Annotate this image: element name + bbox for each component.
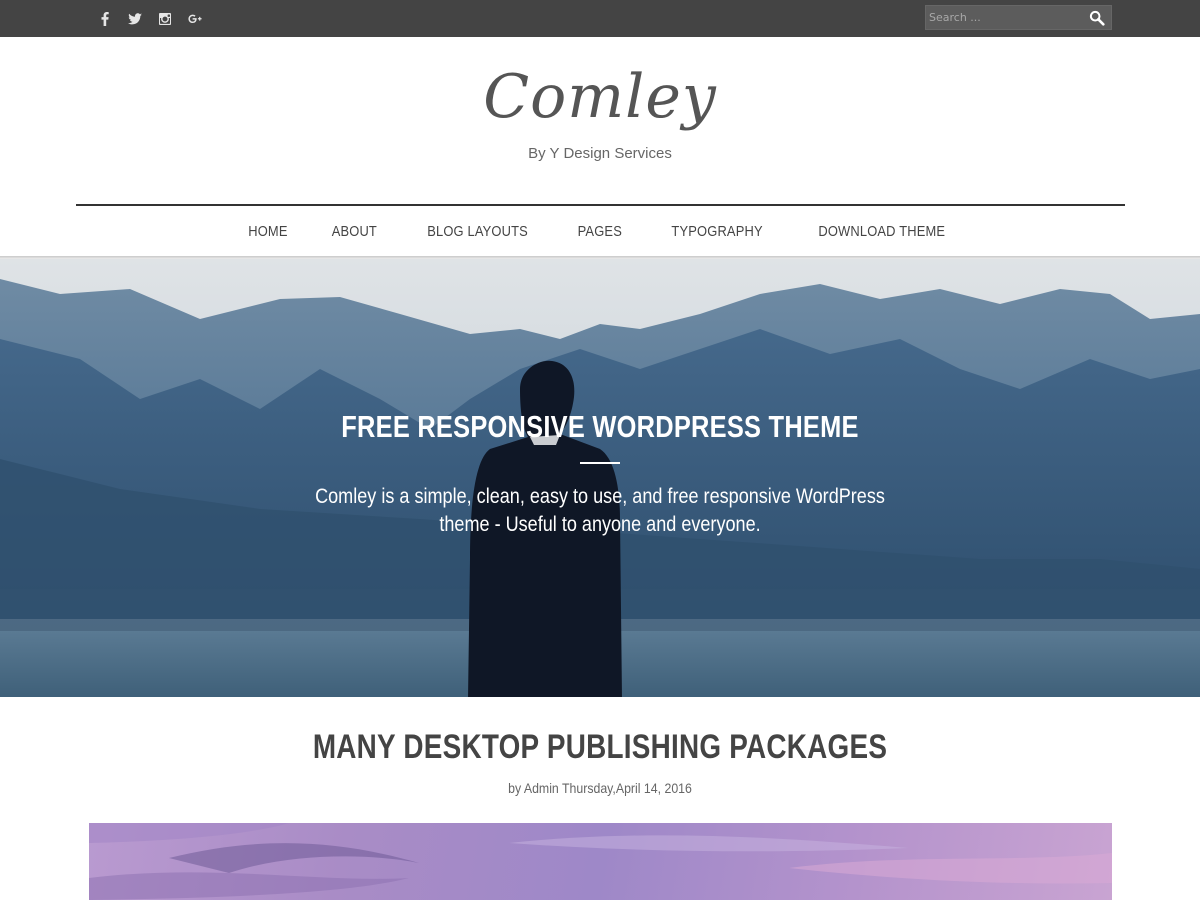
site-tagline: By Y Design Services: [528, 145, 672, 162]
instagram-icon[interactable]: [150, 4, 180, 34]
search-box: [925, 5, 1112, 30]
search-input[interactable]: [926, 6, 1081, 29]
nav-item-typography[interactable]: TYPOGRAPHY: [655, 223, 779, 240]
hero-divider: [580, 462, 620, 464]
nav-item-pages[interactable]: PAGES: [561, 223, 638, 240]
post-meta: by Admin Thursday,April 14, 2016: [508, 780, 692, 796]
nav-item-download-theme[interactable]: DOWNLOAD THEME: [802, 223, 962, 240]
nav-item-home[interactable]: HOME: [231, 223, 303, 240]
social-links: [90, 0, 210, 37]
hero-title: FREE RESPONSIVE WORDPRESS THEME: [341, 409, 859, 444]
post-title[interactable]: MANY DESKTOP PUBLISHING PACKAGES: [108, 728, 1092, 767]
google-plus-icon[interactable]: [180, 4, 210, 34]
hero-background-image: [0, 259, 1200, 697]
twitter-icon[interactable]: [120, 4, 150, 34]
nav-item-blog-layouts[interactable]: BLOG LAYOUTS: [411, 223, 544, 240]
top-bar: [0, 0, 1200, 37]
nav-item-about[interactable]: ABOUT: [316, 223, 394, 240]
site-logo[interactable]: Comley: [0, 55, 1200, 139]
hero-banner: FREE RESPONSIVE WORDPRESS THEME Comley i…: [0, 259, 1200, 697]
facebook-icon[interactable]: [90, 4, 120, 34]
main-nav: HOME ABOUT BLOG LAYOUTS PAGES TYPOGRAPHY…: [0, 206, 1200, 257]
search-icon[interactable]: [1087, 8, 1107, 27]
post-featured-image[interactable]: [89, 823, 1112, 900]
hero-description: Comley is a simple, clean, easy to use, …: [315, 485, 885, 536]
